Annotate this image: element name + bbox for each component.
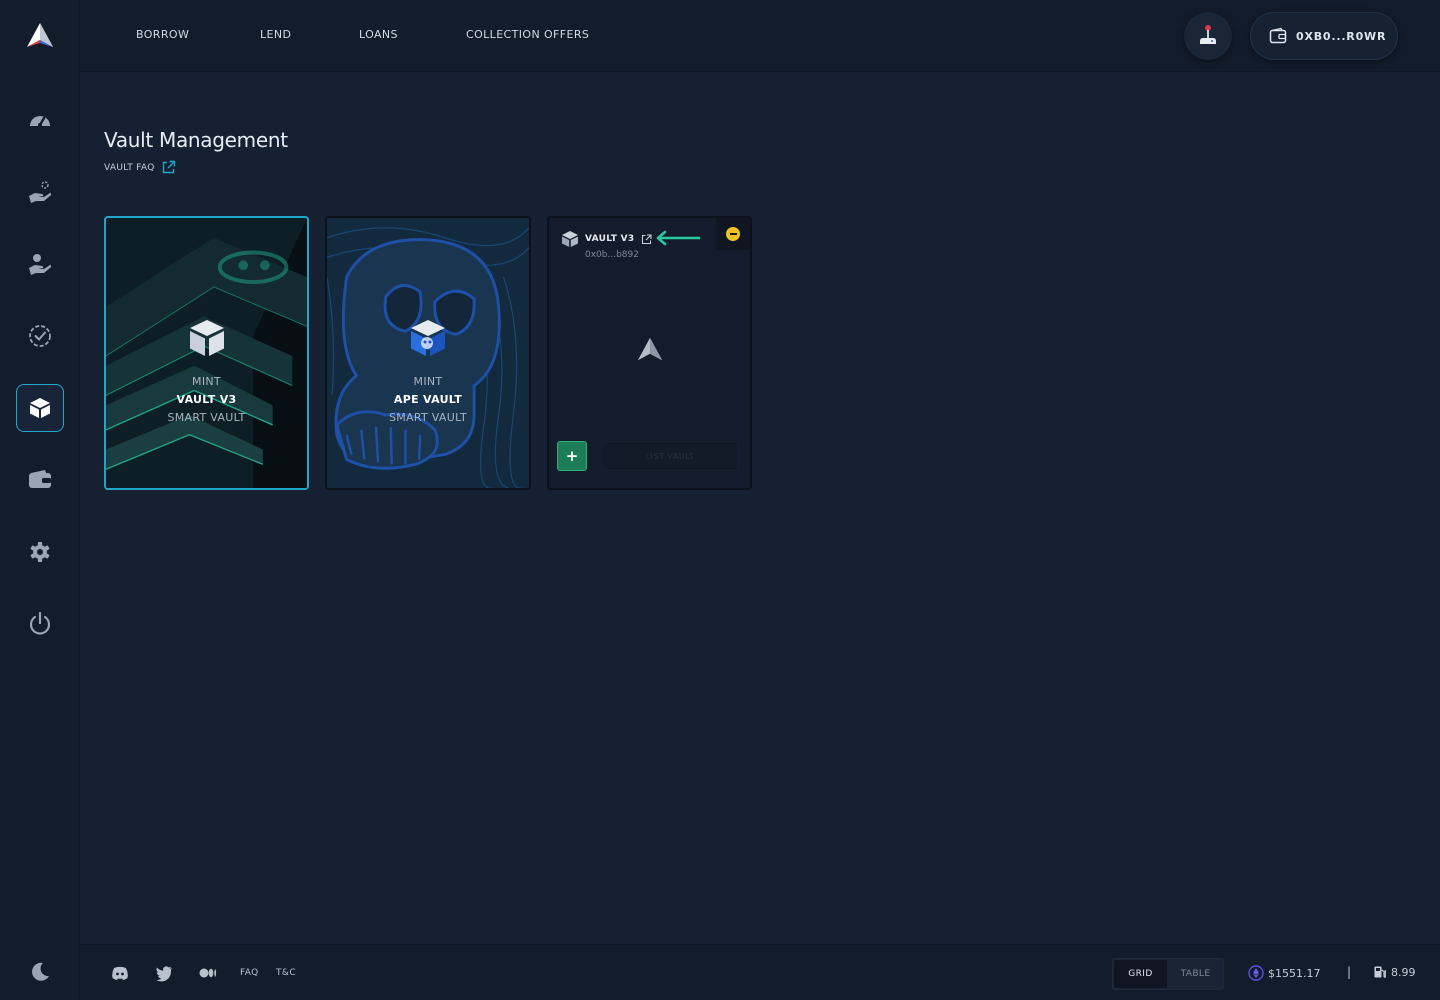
top-nav: BORROW LEND LOANS COLLECTION OFFERS 0XB0… <box>80 0 1440 72</box>
footer-separator: | <box>1347 965 1352 979</box>
table-view-button[interactable]: TABLE <box>1168 960 1223 988</box>
page-title: Vault Management <box>104 128 288 152</box>
power-icon <box>29 611 51 635</box>
eth-price: $1551.17 <box>1248 965 1321 981</box>
external-link-icon <box>162 160 175 174</box>
wallet-address: 0XB0...R0WR <box>1296 29 1387 43</box>
vault-address: 0x0b...b892 <box>585 250 639 260</box>
sidebar-item-dashboard[interactable] <box>16 96 64 144</box>
app-logo[interactable] <box>20 16 60 56</box>
discord-icon[interactable] <box>111 964 129 982</box>
wallet-icon <box>1269 27 1287 44</box>
placeholder-logo-icon <box>637 337 662 361</box>
nav-borrow[interactable]: BORROW <box>136 28 189 41</box>
dashboard-icon <box>30 116 50 127</box>
sidebar-item-wallet[interactable] <box>16 456 64 504</box>
loans-clock-icon <box>29 325 51 347</box>
footer-terms-link[interactable]: T&C <box>276 968 296 978</box>
nav-collection-offers[interactable]: COLLECTION OFFERS <box>466 28 589 41</box>
list-vault-button[interactable]: LIST VAULT <box>601 441 739 471</box>
footer-faq-link[interactable]: FAQ <box>240 968 259 978</box>
external-link-icon[interactable] <box>641 233 652 245</box>
gas-price-value: 8.99 <box>1391 965 1416 979</box>
smart-vault-label: SMART VAULT <box>388 411 468 424</box>
add-to-vault-button[interactable]: + <box>557 441 587 471</box>
grid-view-button[interactable]: GRID <box>1114 960 1167 988</box>
joystick-icon <box>1200 25 1216 44</box>
sidebar-item-borrow[interactable] <box>16 240 64 288</box>
smart-vault-label: SMART VAULT <box>167 411 246 424</box>
wallet-icon <box>29 470 51 488</box>
nav-lend[interactable]: LEND <box>260 28 291 41</box>
ape-vault-cube-icon <box>411 320 445 356</box>
mint-vault-v3-card[interactable]: MINT VAULT V3 SMART VAULT <box>104 216 309 490</box>
twitter-icon[interactable] <box>155 964 173 982</box>
mint-ape-vault-card[interactable]: MINT APE VAULT SMART VAULT <box>325 216 531 490</box>
ethereum-icon <box>1248 965 1264 981</box>
vault-faq-label: VAULT FAQ <box>104 162 155 173</box>
arrow-left-icon <box>656 230 701 246</box>
sidebar <box>0 0 80 1000</box>
footer: FAQ T&C GRID TABLE $1551.17 | 8.99 <box>80 944 1440 1000</box>
sidebar-item-loans[interactable] <box>16 312 64 360</box>
minus-icon <box>726 227 740 241</box>
sidebar-item-vault[interactable] <box>16 384 64 432</box>
nav-loans[interactable]: LOANS <box>359 28 398 41</box>
view-toggle: GRID TABLE <box>1112 958 1224 990</box>
mint-label: MINT <box>413 375 443 388</box>
vault-faq-link[interactable]: VAULT FAQ <box>104 160 176 175</box>
gas-pump-icon <box>1374 966 1386 978</box>
gear-icon <box>30 542 50 562</box>
vault-header: VAULT V3 <box>561 230 652 248</box>
remove-vault-button[interactable] <box>716 218 750 250</box>
lend-hand-icon <box>29 181 52 203</box>
mint-label: MINT <box>192 375 221 388</box>
vault-card: VAULT V3 0x0b...b892 + LIST VAULT <box>547 216 752 490</box>
vault-type-label: APE VAULT <box>393 393 463 406</box>
gas-price: 8.99 <box>1373 965 1416 979</box>
vault-cube-icon <box>189 320 224 356</box>
borrow-hand-icon <box>29 254 52 275</box>
sidebar-item-settings[interactable] <box>16 528 64 576</box>
vault-name: VAULT V3 <box>585 234 635 244</box>
game-button[interactable] <box>1184 12 1232 60</box>
wallet-button[interactable]: 0XB0...R0WR <box>1250 12 1398 60</box>
vault-type-label: VAULT V3 <box>176 393 237 406</box>
eth-price-value: $1551.17 <box>1268 966 1321 980</box>
medium-icon[interactable] <box>199 964 217 982</box>
logo-icon <box>27 23 53 47</box>
sidebar-item-logout[interactable] <box>16 600 64 648</box>
vault-cube-icon <box>562 231 578 247</box>
sidebar-item-lend[interactable] <box>16 168 64 216</box>
vault-icon <box>30 398 50 418</box>
theme-moon-icon[interactable] <box>28 960 52 984</box>
